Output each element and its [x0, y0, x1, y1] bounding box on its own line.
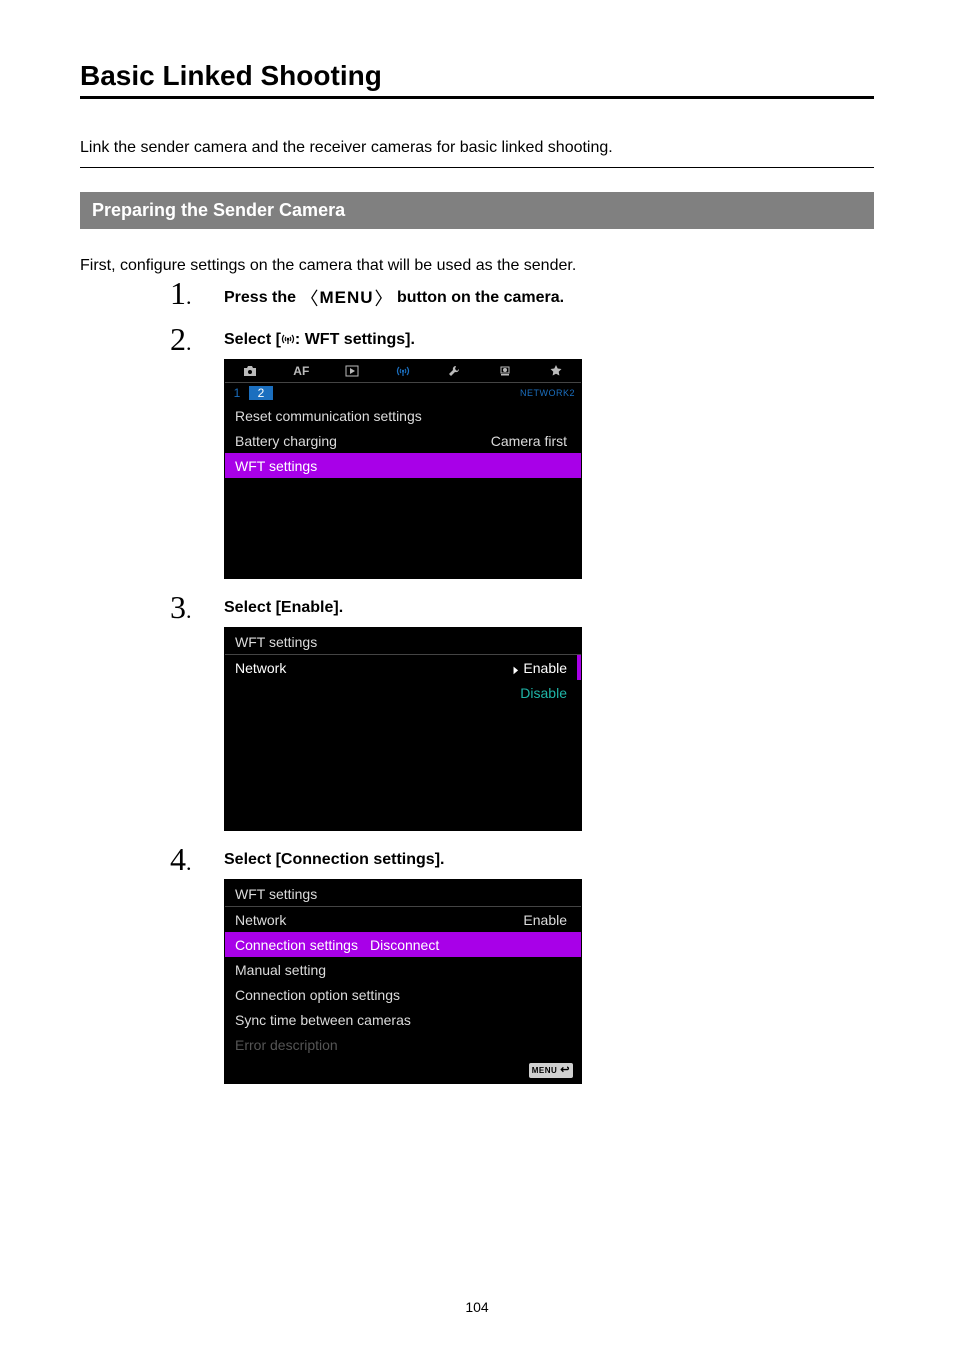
menu-row: Manual setting [225, 957, 581, 982]
step-title: Select [: WFT settings]. [224, 331, 415, 348]
section-heading: Preparing the Sender Camera [80, 192, 874, 229]
menu-row-empty [225, 805, 581, 830]
page-title: Basic Linked Shooting [80, 60, 874, 99]
step-title: Select [Connection settings]. [224, 851, 444, 868]
menu-row-empty [225, 755, 581, 780]
subtab-2: 2 [249, 386, 273, 400]
step-2: 2. Select [: WFT settings]. AF 1 2 [170, 331, 874, 579]
camera-icon [225, 365, 276, 377]
step-title: Select [Enable]. [224, 599, 343, 616]
menu-row: Sync time between cameras [225, 1007, 581, 1032]
lcd-screenshot-2: WFT settings Network Enable Disable [224, 627, 582, 831]
step-1: 1. Press the 〈MENU〉 button on the camera… [170, 285, 874, 311]
star-icon [530, 364, 581, 378]
menu-row: Connection option settings [225, 982, 581, 1007]
back-arrow-icon: ↩ [560, 1065, 570, 1076]
playback-icon [327, 365, 378, 377]
step-number: 2. [170, 321, 192, 358]
menu-row-empty [225, 478, 581, 503]
menu-row-empty [225, 705, 581, 730]
subtab-1: 1 [225, 386, 249, 400]
wrench-icon [428, 364, 479, 378]
lcd-screenshot-3: WFT settings NetworkEnable Connection se… [224, 879, 582, 1084]
af-tab: AF [276, 364, 327, 378]
section-intro-text: First, configure settings on the camera … [80, 257, 874, 275]
intro-text: Link the sender camera and the receiver … [80, 139, 874, 167]
lcd-title: WFT settings [225, 880, 581, 906]
step-number: 4. [170, 841, 192, 878]
lcd-footer: MENU↩ [225, 1057, 581, 1083]
menu-row: Reset communication settings [225, 403, 581, 428]
menu-row-disabled: Error description [225, 1032, 581, 1057]
lcd-screenshot-1: AF 1 2 NETWORK2 Reset communication sett… [224, 359, 582, 579]
page-number: 104 [0, 1299, 954, 1315]
step-number: 3. [170, 589, 192, 626]
menu-row-selected: WFT settings [225, 453, 581, 478]
step-3: 3. Select [Enable]. WFT settings Network… [170, 599, 874, 831]
step-title: Press the 〈MENU〉 button on the camera. [224, 289, 564, 306]
antenna-icon [378, 364, 429, 378]
menu-row-selected: Network Enable [225, 655, 581, 680]
menu-back-badge: MENU↩ [529, 1063, 573, 1078]
menu-row-empty [225, 730, 581, 755]
menu-row-selected: Connection settingsDisconnect [225, 932, 581, 957]
custom-icon [479, 364, 530, 378]
divider [80, 167, 874, 168]
menu-row: NetworkEnable [225, 907, 581, 932]
menu-row: Disable [225, 680, 581, 705]
step-4: 4. Select [Connection settings]. WFT set… [170, 851, 874, 1084]
menu-icon: MENU [318, 288, 374, 308]
menu-row-empty [225, 780, 581, 805]
lcd-title: WFT settings [225, 628, 581, 654]
menu-row: Battery chargingCamera first [225, 428, 581, 453]
antenna-icon [281, 331, 295, 348]
menu-row-empty [225, 553, 581, 578]
network-label: NETWORK2 [520, 388, 581, 398]
menu-row-empty [225, 528, 581, 553]
menu-row-empty [225, 503, 581, 528]
step-number: 1. [170, 275, 192, 312]
